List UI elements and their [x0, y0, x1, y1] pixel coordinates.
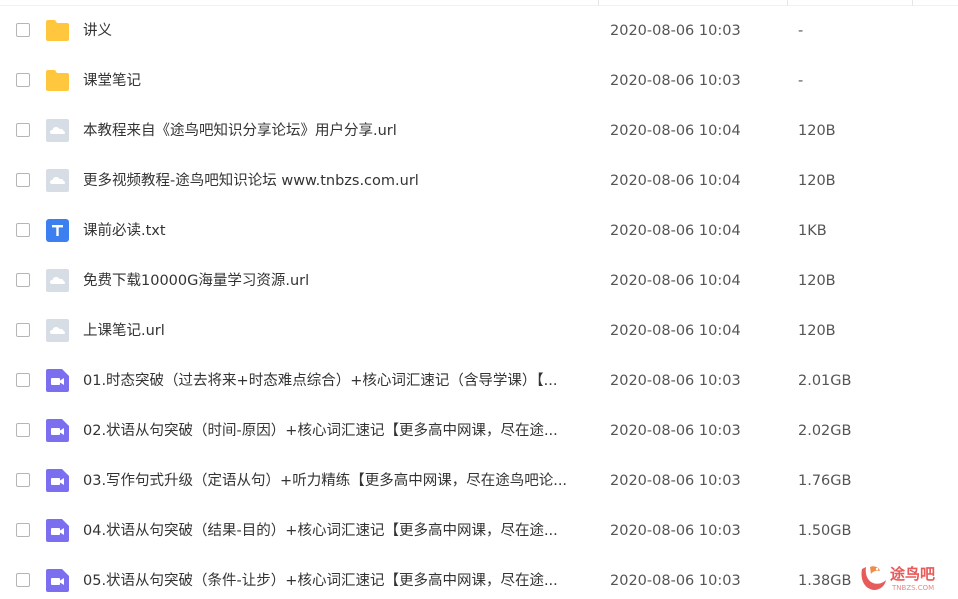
file-size: - — [798, 73, 804, 89]
folder-icon — [45, 68, 70, 93]
file-size: 2.02GB — [798, 423, 852, 439]
file-date: 2020-08-06 10:04 — [610, 273, 741, 289]
file-name[interactable]: 更多视频教程-途鸟吧知识论坛 www.tnbzs.com.url — [83, 171, 588, 191]
row-checkbox[interactable] — [16, 473, 30, 487]
row-checkbox[interactable] — [16, 123, 30, 137]
file-row[interactable]: 01.时态突破（过去将来+时态难点综合）+核心词汇速记（含导学课）【... 202… — [0, 356, 958, 406]
watermark-subtext: TNBZS.COM — [892, 584, 935, 592]
file-date: 2020-08-06 10:03 — [610, 573, 741, 589]
row-checkbox[interactable] — [16, 373, 30, 387]
file-name[interactable]: 讲义 — [83, 21, 588, 41]
row-checkbox[interactable] — [16, 423, 30, 437]
bird-logo-icon — [861, 566, 886, 590]
file-date: 2020-08-06 10:04 — [610, 173, 741, 189]
file-size: 2.01GB — [798, 373, 852, 389]
row-checkbox[interactable] — [16, 173, 30, 187]
file-size: 120B — [798, 273, 836, 289]
file-date: 2020-08-06 10:04 — [610, 123, 741, 139]
row-checkbox[interactable] — [16, 323, 30, 337]
file-name[interactable]: 05.状语从句突破（条件-让步）+核心词汇速记【更多高中网课，尽在途... — [83, 571, 588, 591]
row-checkbox[interactable] — [16, 523, 30, 537]
watermark-logo: 途鸟吧 TNBZS.COM — [858, 561, 954, 595]
file-list: 讲义 2020-08-06 10:03 - 课堂笔记 2020-08-06 10:03 -… — [0, 0, 958, 597]
url-icon — [45, 168, 70, 193]
folder-icon — [45, 18, 70, 43]
file-date: 2020-08-06 10:03 — [610, 423, 741, 439]
video-icon — [45, 418, 70, 443]
file-size: 1.50GB — [798, 523, 852, 539]
video-icon — [45, 568, 70, 593]
file-date: 2020-08-06 10:04 — [610, 323, 741, 339]
file-name[interactable]: 课堂笔记 — [83, 71, 588, 91]
file-size: 120B — [798, 123, 836, 139]
file-size: 1.38GB — [798, 573, 852, 589]
video-icon — [45, 518, 70, 543]
watermark-text: 途鸟吧 — [890, 565, 936, 583]
file-row[interactable]: 本教程来自《途鸟吧知识分享论坛》用户分享.url 2020-08-06 10:04… — [0, 106, 958, 156]
file-row[interactable]: 更多视频教程-途鸟吧知识论坛 www.tnbzs.com.url 2020-08-… — [0, 156, 958, 206]
file-name[interactable]: 本教程来自《途鸟吧知识分享论坛》用户分享.url — [83, 121, 588, 141]
file-row[interactable]: 讲义 2020-08-06 10:03 - — [0, 6, 958, 56]
file-date: 2020-08-06 10:03 — [610, 523, 741, 539]
file-row[interactable]: 课前必读.txt 2020-08-06 10:04 1KB — [0, 206, 958, 256]
file-date: 2020-08-06 10:03 — [610, 473, 741, 489]
file-date: 2020-08-06 10:03 — [610, 373, 741, 389]
video-icon — [45, 368, 70, 393]
file-name[interactable]: 免费下载10000G海量学习资源.url — [83, 271, 588, 291]
file-row[interactable]: 上课笔记.url 2020-08-06 10:04 120B — [0, 306, 958, 356]
file-size: 120B — [798, 173, 836, 189]
file-name[interactable]: 03.写作句式升级（定语从句）+听力精练【更多高中网课，尽在途鸟吧论... — [83, 471, 588, 491]
file-name[interactable]: 02.状语从句突破（时间-原因）+核心词汇速记【更多高中网课，尽在途... — [83, 421, 588, 441]
file-name[interactable]: 课前必读.txt — [83, 221, 588, 241]
file-date: 2020-08-06 10:04 — [610, 223, 741, 239]
file-size: 1KB — [798, 223, 827, 239]
url-icon — [45, 318, 70, 343]
file-row[interactable]: 04.状语从句突破（结果-目的）+核心词汇速记【更多高中网课，尽在途... 202… — [0, 506, 958, 556]
url-icon — [45, 268, 70, 293]
file-row[interactable]: 03.写作句式升级（定语从句）+听力精练【更多高中网课，尽在途鸟吧论... 202… — [0, 456, 958, 506]
file-name[interactable]: 01.时态突破（过去将来+时态难点综合）+核心词汇速记（含导学课）【... — [83, 371, 588, 391]
url-icon — [45, 118, 70, 143]
file-name[interactable]: 04.状语从句突破（结果-目的）+核心词汇速记【更多高中网课，尽在途... — [83, 521, 588, 541]
file-date: 2020-08-06 10:03 — [610, 23, 741, 39]
row-checkbox[interactable] — [16, 23, 30, 37]
video-icon — [45, 468, 70, 493]
row-checkbox[interactable] — [16, 73, 30, 87]
file-size: 120B — [798, 323, 836, 339]
file-name[interactable]: 上课笔记.url — [83, 321, 588, 341]
file-date: 2020-08-06 10:03 — [610, 73, 741, 89]
file-row[interactable]: 02.状语从句突破（时间-原因）+核心词汇速记【更多高中网课，尽在途... 202… — [0, 406, 958, 456]
file-row[interactable]: 免费下载10000G海量学习资源.url 2020-08-06 10:04 120B — [0, 256, 958, 306]
file-size: 1.76GB — [798, 473, 852, 489]
row-checkbox[interactable] — [16, 223, 30, 237]
row-checkbox[interactable] — [16, 273, 30, 287]
file-row[interactable]: 05.状语从句突破（条件-让步）+核心词汇速记【更多高中网课，尽在途... 202… — [0, 556, 958, 597]
file-row[interactable]: 课堂笔记 2020-08-06 10:03 - — [0, 56, 958, 106]
row-checkbox[interactable] — [16, 573, 30, 587]
file-size: - — [798, 23, 804, 39]
txt-icon — [45, 218, 70, 243]
